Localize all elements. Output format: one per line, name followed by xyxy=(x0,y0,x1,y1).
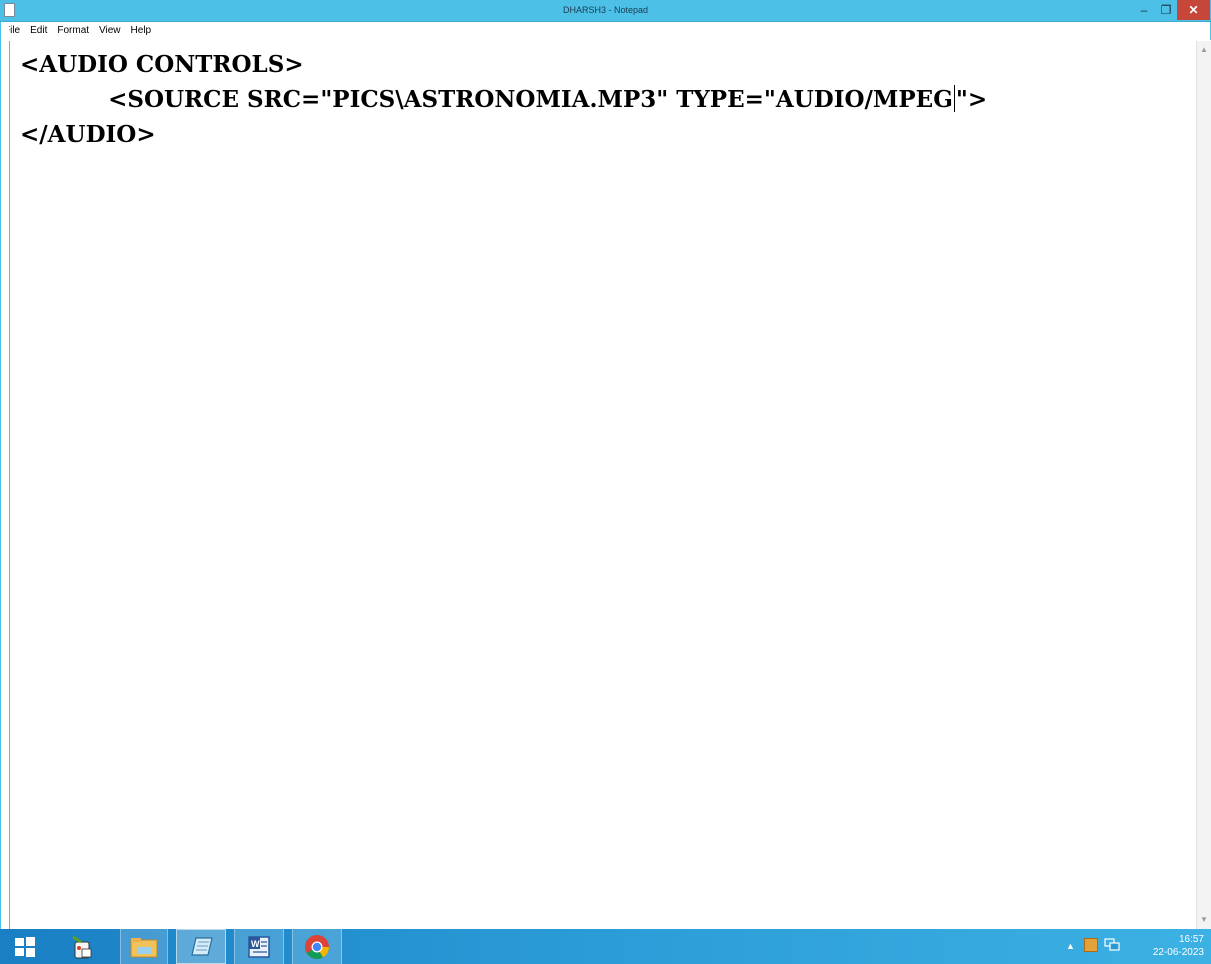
taskbar-word[interactable]: W xyxy=(234,929,284,964)
editor-line-2-tail: "> xyxy=(955,86,988,113)
maximize-button[interactable]: ❐ xyxy=(1155,0,1177,20)
editor-line-3: </AUDIO> xyxy=(20,121,156,148)
menu-view[interactable]: View xyxy=(94,22,126,40)
taskbar-chrome[interactable] xyxy=(292,929,342,964)
editor-line-1: <AUDIO CONTROLS> xyxy=(20,51,304,78)
minimize-button[interactable]: – xyxy=(1133,0,1155,20)
clock-date: 22-06-2023 xyxy=(1152,947,1204,958)
text-caret xyxy=(953,85,955,112)
text-editor[interactable]: <AUDIO CONTROLS> <SOURCE SRC="PICS\ASTRO… xyxy=(9,41,1196,929)
taskbar-notepad[interactable] xyxy=(176,929,226,964)
system-clock[interactable]: 16:57 22-06-2023 xyxy=(1126,933,1204,959)
windows-logo-icon xyxy=(15,936,35,957)
window-title: DHARSH3 - Notepad xyxy=(562,5,649,15)
vertical-scrollbar[interactable]: ▲ ▼ xyxy=(1196,41,1211,929)
network-icon[interactable] xyxy=(1104,938,1120,952)
menu-help[interactable]: Help xyxy=(126,22,157,40)
action-center-flag-icon[interactable] xyxy=(1084,938,1098,952)
menu-format[interactable]: Format xyxy=(52,22,94,40)
scroll-up-arrow-icon[interactable]: ▲ xyxy=(1197,43,1211,57)
window-left-margin xyxy=(0,22,9,929)
close-button[interactable]: ✕ xyxy=(1177,0,1210,20)
svg-text:W: W xyxy=(251,939,260,949)
start-button[interactable] xyxy=(10,929,40,964)
notepad-icon xyxy=(191,936,213,956)
taskbar: W ▲ 16:57 22-06-2023 xyxy=(0,929,1211,964)
menu-bar: File Edit Format View Help xyxy=(0,22,1211,40)
taskbar-file-explorer[interactable] xyxy=(120,929,168,964)
title-bar[interactable]: DHARSH3 - Notepad – ❐ ✕ xyxy=(0,0,1211,22)
editor-content[interactable]: <AUDIO CONTROLS> <SOURCE SRC="PICS\ASTRO… xyxy=(10,41,1196,152)
editor-line-2-text: <SOURCE SRC="PICS\ASTRONOMIA.MP3" TYPE="… xyxy=(20,86,953,113)
editor-line-2: <SOURCE SRC="PICS\ASTRONOMIA.MP3" TYPE="… xyxy=(20,82,1196,117)
paint-icon xyxy=(72,935,92,958)
taskbar-paint-app[interactable] xyxy=(62,929,102,964)
word-icon: W xyxy=(248,935,270,958)
folder-icon xyxy=(130,937,158,957)
clock-time: 16:57 xyxy=(1178,934,1204,945)
scroll-down-arrow-icon[interactable]: ▼ xyxy=(1197,913,1211,927)
chrome-icon xyxy=(305,934,329,959)
menu-edit[interactable]: Edit xyxy=(25,22,52,40)
show-hidden-icons-chevron-icon[interactable]: ▲ xyxy=(1066,941,1075,951)
